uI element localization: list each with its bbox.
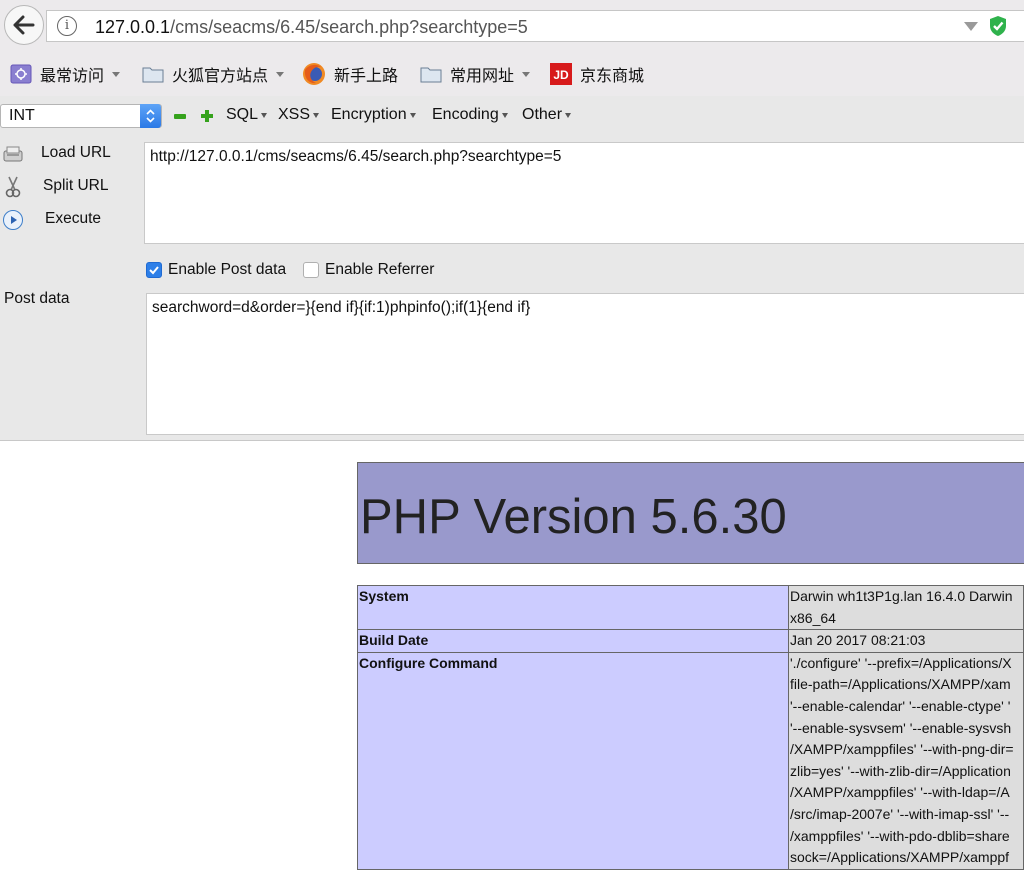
bookmark-jd-mall[interactable]: JD 京东商城 bbox=[550, 62, 644, 86]
menu-other[interactable]: Other bbox=[522, 106, 572, 124]
type-select[interactable]: INT bbox=[0, 104, 162, 128]
menu-xss[interactable]: XSS bbox=[278, 106, 320, 124]
browser-toolbar: i 127.0.0.1/cms/seacms/6.45/search.php?s… bbox=[0, 0, 1024, 50]
bookmark-common-sites[interactable]: 常用网址 bbox=[420, 62, 531, 86]
folder-icon bbox=[420, 67, 442, 83]
menu-sql[interactable]: SQL bbox=[226, 106, 268, 124]
row-key: System bbox=[357, 584, 789, 631]
table-row: System Darwin wh1t3P1g.lan 16.4.0 Darwin… bbox=[357, 584, 1024, 631]
increment-icon[interactable] bbox=[200, 109, 214, 123]
post-data-textarea[interactable]: searchword=d&order=}{end if}{if:1)phpinf… bbox=[146, 293, 1024, 435]
menu-arrow-icon bbox=[501, 112, 508, 118]
phpinfo-table: System Darwin wh1t3P1g.lan 16.4.0 Darwin… bbox=[357, 584, 1024, 870]
execute-button[interactable]: Execute bbox=[0, 207, 140, 233]
row-value: './configure' '--prefix=/Applications/X … bbox=[788, 651, 1024, 870]
menu-encryption[interactable]: Encryption bbox=[331, 106, 416, 124]
back-arrow-icon bbox=[13, 15, 35, 35]
checkbox-checked-icon[interactable] bbox=[146, 262, 162, 278]
most-visited-icon bbox=[10, 64, 32, 84]
bookmark-firefox-official[interactable]: 火狐官方站点 bbox=[142, 62, 285, 86]
post-data-label: Post data bbox=[4, 290, 70, 307]
menu-arrow-icon bbox=[261, 112, 268, 118]
type-select-value: INT bbox=[9, 107, 35, 124]
shield-extension-icon[interactable] bbox=[988, 15, 1008, 37]
php-version-header: PHP Version 5.6.30 bbox=[357, 462, 1024, 564]
url-textarea[interactable]: http://127.0.0.1/cms/seacms/6.45/search.… bbox=[144, 142, 1024, 244]
chevron-down-icon bbox=[276, 71, 285, 77]
decrement-icon[interactable] bbox=[174, 114, 186, 119]
load-url-icon bbox=[3, 146, 23, 162]
select-stepper-icon[interactable] bbox=[140, 104, 161, 128]
info-icon[interactable]: i bbox=[57, 16, 77, 36]
menu-arrow-icon bbox=[565, 112, 572, 118]
load-url-button[interactable]: Load URL bbox=[0, 141, 140, 167]
enable-post-label: Enable Post data bbox=[168, 261, 287, 278]
checkbox-unchecked-icon[interactable] bbox=[303, 262, 319, 278]
enable-post-checkbox[interactable]: Enable Post data bbox=[146, 261, 286, 279]
row-value: Darwin wh1t3P1g.lan 16.4.0 Darwin x86_64 bbox=[788, 584, 1024, 631]
scissors-icon bbox=[5, 176, 21, 198]
row-value: Jan 20 2017 08:21:03 bbox=[788, 629, 1024, 653]
row-key: Build Date bbox=[357, 629, 789, 653]
bookmark-getting-started[interactable]: 新手上路 bbox=[302, 62, 398, 86]
hackbar-panel: INT SQL XSS Encryption Encoding Other Lo… bbox=[0, 96, 1024, 441]
bookmarks-toolbar: 最常访问 火狐官方站点 新手上路 常用网址 JD 京东商城 bbox=[0, 50, 1024, 96]
table-row: Configure Command './configure' '--prefi… bbox=[357, 651, 1024, 870]
row-key: Configure Command bbox=[357, 651, 789, 870]
split-url-button[interactable]: Split URL bbox=[0, 174, 140, 200]
back-button[interactable] bbox=[4, 5, 44, 45]
menu-arrow-icon bbox=[409, 112, 416, 118]
execute-play-icon bbox=[3, 210, 23, 230]
firefox-icon bbox=[303, 63, 325, 85]
jd-icon: JD bbox=[550, 63, 572, 85]
menu-encoding[interactable]: Encoding bbox=[432, 106, 508, 124]
enable-referrer-label: Enable Referrer bbox=[325, 261, 435, 278]
svg-text:JD: JD bbox=[553, 68, 569, 82]
url-text[interactable]: 127.0.0.1/cms/seacms/6.45/search.php?sea… bbox=[95, 17, 528, 38]
table-row: Build Date Jan 20 2017 08:21:03 bbox=[357, 629, 1024, 653]
url-history-dropdown-icon[interactable] bbox=[964, 22, 978, 31]
enable-referrer-checkbox[interactable]: Enable Referrer bbox=[303, 261, 434, 279]
php-version-title: PHP Version 5.6.30 bbox=[360, 490, 787, 544]
bookmark-most-visited[interactable]: 最常访问 bbox=[10, 62, 121, 86]
chevron-down-icon bbox=[522, 71, 531, 77]
address-bar[interactable]: i 127.0.0.1/cms/seacms/6.45/search.php?s… bbox=[46, 10, 1024, 42]
folder-icon bbox=[142, 67, 164, 83]
menu-arrow-icon bbox=[313, 112, 320, 118]
chevron-down-icon bbox=[112, 71, 121, 77]
